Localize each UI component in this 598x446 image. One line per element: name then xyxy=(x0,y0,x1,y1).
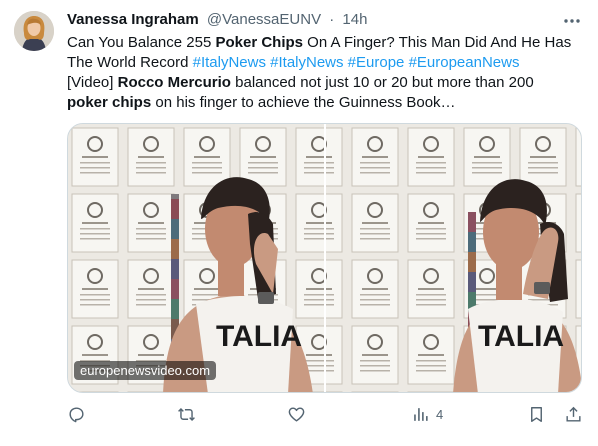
reply-icon xyxy=(69,406,84,422)
share-icon xyxy=(566,406,581,422)
shirt-text-right: TALIA xyxy=(478,320,564,353)
more-options-icon[interactable] xyxy=(562,11,582,31)
reply-button[interactable] xyxy=(67,402,86,426)
views-icon xyxy=(414,407,428,421)
views-count: 4 xyxy=(436,406,444,422)
hashtag-link[interactable]: #ItalyNews xyxy=(270,54,343,71)
tweet-text-line-3: [Video] Rocco Mercurio balanced not just… xyxy=(67,74,534,91)
tweet-text-line-4: poker chips on his finger to achieve the… xyxy=(67,94,456,111)
hashtag-link[interactable]: #ItalyNews xyxy=(193,54,266,71)
tweet-actions: 4 xyxy=(67,402,583,426)
separator-dot: · xyxy=(329,11,335,28)
tweet-text: Can You Balance 255 Poker Chips On A Fin… xyxy=(67,33,583,113)
bookmark-button[interactable] xyxy=(527,402,546,426)
views-button[interactable]: 4 xyxy=(411,402,443,426)
avatar-photo xyxy=(14,11,54,51)
avatar[interactable] xyxy=(14,11,54,51)
like-icon xyxy=(288,406,305,422)
hashtag-link[interactable]: #EuropeanNews xyxy=(409,54,520,71)
retweet-icon xyxy=(178,407,195,421)
bookmark-icon xyxy=(531,406,542,422)
timestamp[interactable]: 14h xyxy=(342,11,367,28)
tweet-card[interactable]: Vanessa Ingraham @VanessaEUNV · 14h Can … xyxy=(0,0,598,446)
tweet-text-line-1: Can You Balance 255 Poker Chips On A Fin… xyxy=(67,34,572,51)
video-media[interactable]: TALIA TALIA europenewsvideo.com xyxy=(67,123,582,393)
hashtag-link[interactable]: #Europe xyxy=(348,54,405,71)
author-name[interactable]: Vanessa Ingraham xyxy=(67,11,199,28)
tweet-header: Vanessa Ingraham @VanessaEUNV · 14h xyxy=(67,10,578,30)
share-button[interactable] xyxy=(564,402,583,426)
like-button[interactable] xyxy=(287,402,306,426)
tweet-text-line-2: The World Record #ItalyNews #ItalyNews #… xyxy=(67,54,520,71)
author-handle[interactable]: @VanessaEUNV xyxy=(207,11,321,28)
video-thumbnail: TALIA TALIA xyxy=(68,124,581,392)
video-watermark: europenewsvideo.com xyxy=(74,361,217,380)
shirt-text-left: TALIA xyxy=(216,320,302,353)
retweet-button[interactable] xyxy=(177,402,196,426)
